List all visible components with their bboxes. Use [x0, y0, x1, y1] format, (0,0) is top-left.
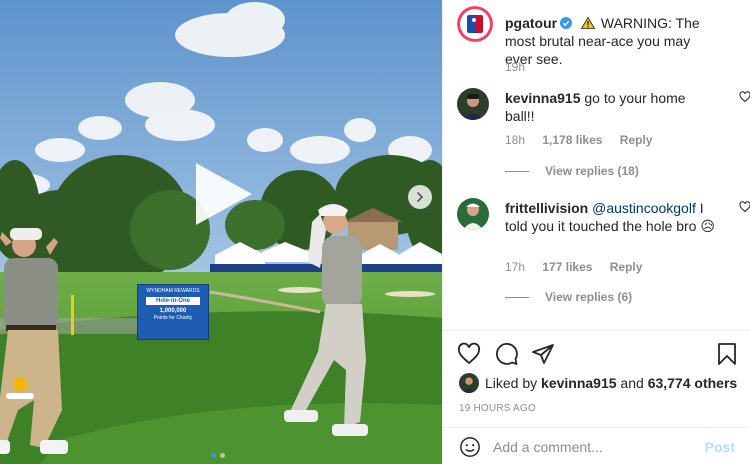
replies-divider [505, 296, 529, 298]
comment-mention-link[interactable]: @austincookgolf [592, 200, 696, 216]
comment-like-heart-icon[interactable] [739, 201, 750, 213]
hole-in-one-sign: WYNDHAM REWARDS Hole-in-One 1,000,000 Po… [137, 284, 209, 340]
comment-username[interactable]: kevinna915 [505, 90, 581, 106]
author-username[interactable]: pgatour [505, 15, 557, 31]
sign-caption: Points for Charity [153, 315, 193, 321]
comments-scroll-area[interactable]: pgatour WARNING: The most brutal near-ac… [443, 0, 750, 330]
comment-time: 17h [505, 260, 526, 274]
add-comment-input[interactable] [493, 437, 703, 457]
comment-bubble-icon[interactable] [495, 342, 519, 366]
save-bookmark-icon[interactable] [715, 342, 739, 366]
emoji-smiley-icon[interactable] [459, 436, 481, 458]
post-comment-button[interactable]: Post [705, 439, 735, 455]
liked-by-prefix: Liked by [485, 375, 542, 391]
comment-like-heart-icon[interactable] [739, 91, 750, 103]
view-replies-label: View replies (18) [545, 164, 639, 178]
liked-by-middle: and [616, 375, 648, 391]
next-slide-button[interactable] [408, 185, 432, 209]
verified-badge-icon [560, 17, 573, 29]
like-heart-icon[interactable] [457, 342, 481, 366]
carousel-dot [220, 453, 225, 458]
commenter-avatar[interactable] [457, 88, 489, 120]
sign-amount: 1,000,000 [159, 308, 187, 314]
caption-time: 19h [505, 60, 526, 74]
view-replies-label: View replies (6) [545, 290, 633, 304]
view-replies-button[interactable]: View replies (18) [505, 164, 639, 178]
reply-button[interactable]: Reply [620, 133, 653, 147]
comment-likes[interactable]: 177 likes [542, 260, 592, 274]
post-details-panel: pgatour WARNING: The most brutal near-ac… [442, 0, 750, 464]
post-actions-section: Liked by kevinna915 and 63,774 others 19… [443, 330, 750, 464]
author-avatar[interactable] [457, 6, 493, 42]
liked-by-summary: Liked by kevinna915 and 63,774 others [459, 373, 737, 393]
video-frame [0, 0, 442, 464]
liked-by-user[interactable]: kevinna915 [541, 375, 617, 391]
carousel-dots [211, 453, 225, 458]
reply-button[interactable]: Reply [610, 260, 643, 274]
view-replies-button[interactable]: View replies (6) [505, 290, 632, 304]
add-comment-bar: Post [443, 427, 750, 464]
chevron-right-icon [417, 192, 424, 202]
commenter-avatar[interactable] [457, 198, 489, 230]
post-timestamp[interactable]: 19 HOURS AGO [459, 403, 536, 414]
liked-by-others[interactable]: 63,774 others [648, 375, 738, 391]
warning-icon [581, 17, 595, 29]
liker-avatar[interactable] [459, 373, 479, 393]
share-paper-plane-icon[interactable] [531, 342, 555, 366]
sign-title: Hole-in-One [146, 297, 200, 305]
comment-time: 18h [505, 133, 526, 147]
comment-likes[interactable]: 1,178 likes [542, 133, 602, 147]
post-media[interactable]: WYNDHAM REWARDS Hole-in-One 1,000,000 Po… [0, 0, 442, 464]
carousel-dot-active [211, 453, 216, 458]
play-icon[interactable] [192, 161, 254, 227]
replies-divider [505, 170, 529, 172]
sign-brand: WYNDHAM REWARDS [146, 288, 200, 294]
comment-username[interactable]: frittellivision [505, 200, 588, 216]
